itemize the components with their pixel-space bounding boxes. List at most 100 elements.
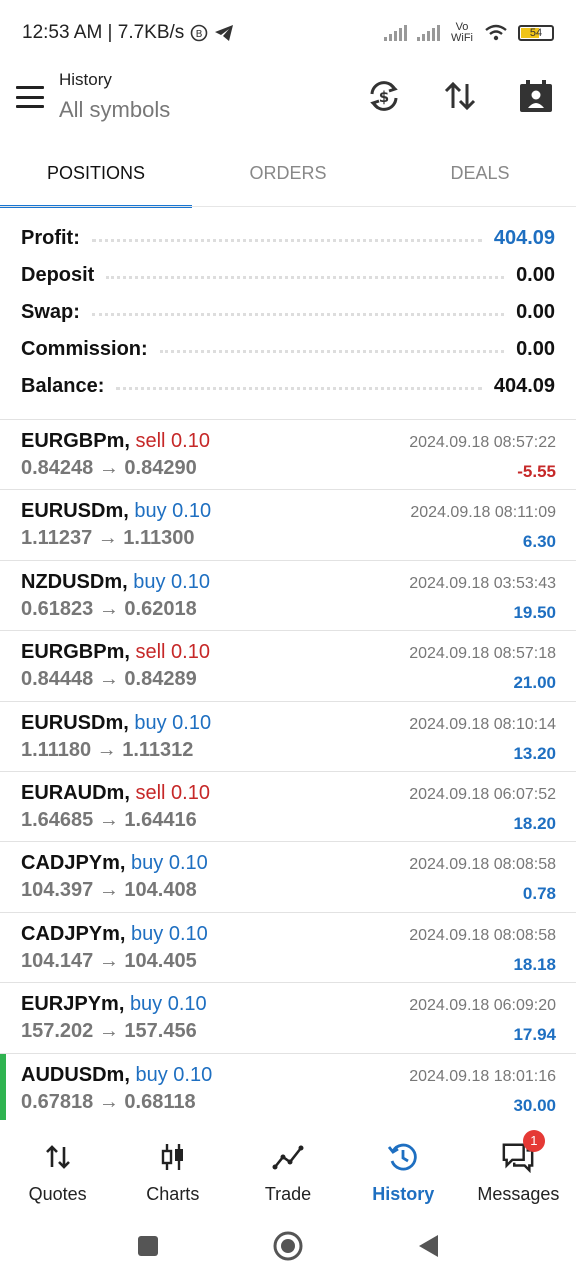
system-nav-bar <box>0 1212 576 1280</box>
sort-icon[interactable] <box>440 76 480 116</box>
deal-time: 2024.09.18 08:57:22 <box>409 434 556 451</box>
divider <box>0 206 576 207</box>
tab-deals[interactable]: DEALS <box>384 146 576 208</box>
symbol-filter[interactable]: All symbols <box>59 97 170 123</box>
deal-profit: 13.20 <box>513 743 556 763</box>
deal-type: buy 0.10 <box>131 852 208 875</box>
deal-type: sell 0.10 <box>135 641 210 664</box>
deal-time: 2024.09.18 06:07:52 <box>409 785 556 803</box>
list-item[interactable]: EURAUDm, sell 0.10 1.64685 → 1.64416 202… <box>0 772 576 843</box>
summary-label: Deposit <box>21 264 95 286</box>
summary-row-deposit: Deposit 0.00 <box>0 257 576 294</box>
nav-quotes[interactable]: Quotes <box>0 1120 115 1212</box>
deal-prices: 0.67818 → 0.68118 <box>21 1090 196 1113</box>
nav-label: Trade <box>264 1184 312 1204</box>
nav-history[interactable]: History <box>346 1120 461 1212</box>
dotted-leader <box>116 387 482 390</box>
deal-profit: -5.55 <box>517 462 556 481</box>
deal-time: 2024.09.18 08:10:14 <box>409 715 556 733</box>
nav-messages[interactable]: 1 Messages <box>461 1120 576 1212</box>
summary-row-balance: Balance: 404.09 <box>0 368 576 405</box>
summary-label: Profit: <box>21 227 80 249</box>
deal-time: 2024.09.18 08:08:58 <box>409 926 556 944</box>
deal-prices: 0.84248 → 0.84290 <box>21 457 197 479</box>
deal-symbol: CADJPYm, <box>21 922 126 945</box>
bottom-nav: Quotes Charts Trade History 1 Messages <box>0 1120 576 1212</box>
battery-icon: 54 <box>518 25 554 41</box>
currency-sync-icon[interactable]: $ <box>364 76 404 116</box>
deal-symbol: CADJPYm, <box>21 852 126 875</box>
list-item[interactable]: EURGBPm, sell 0.10 0.84248 → 0.84290 202… <box>0 420 576 491</box>
deal-type: buy 0.10 <box>134 500 212 523</box>
deal-symbol: EURUSDm, <box>21 711 129 734</box>
menu-icon[interactable] <box>16 86 44 108</box>
quotes-icon <box>41 1140 75 1174</box>
deal-profit: 30.00 <box>513 1095 556 1115</box>
deal-prices: 157.202 → 157.456 <box>21 1020 197 1043</box>
tab-orders[interactable]: ORDERS <box>192 146 384 208</box>
deal-time: 2024.09.18 08:57:18 <box>409 645 556 663</box>
summary-row-profit: Profit: 404.09 <box>0 220 576 257</box>
deal-prices: 1.11237 → 1.11300 <box>21 527 195 550</box>
wifi-icon <box>485 24 507 41</box>
summary-label: Swap: <box>21 301 80 323</box>
deal-prices: 0.61823 → 0.62018 <box>21 597 197 620</box>
deal-symbol: AUDUSDm, <box>21 1063 130 1086</box>
list-item[interactable]: EURUSDm, buy 0.10 1.11180 → 1.11312 2024… <box>0 702 576 772</box>
dotted-leader <box>106 276 505 279</box>
list-item[interactable]: CADJPYm, buy 0.10 104.147 → 104.405 2024… <box>0 913 576 984</box>
summary-row-commission: Commission: 0.00 <box>0 331 576 368</box>
nav-label: History <box>372 1184 435 1204</box>
list-item[interactable]: CADJPYm, buy 0.10 104.397 → 104.408 2024… <box>0 842 576 913</box>
list-item[interactable]: NZDUSDm, buy 0.10 0.61823 → 0.62018 2024… <box>0 561 576 632</box>
summary-value: 404.09 <box>493 375 555 397</box>
nav-charts[interactable]: Charts <box>115 1120 230 1212</box>
deal-prices: 104.147 → 104.405 <box>21 949 197 972</box>
deal-type: sell 0.10 <box>135 781 210 804</box>
status-time: 12:53 AM | 7.7KB/s <box>22 22 185 43</box>
deal-profit: 19.50 <box>513 602 556 622</box>
dotted-leader <box>91 313 505 316</box>
deal-profit: 18.20 <box>513 813 556 833</box>
deals-list: EURGBPm, sell 0.10 0.84248 → 0.84290 202… <box>0 420 576 1125</box>
list-item[interactable]: EURJPYm, buy 0.10 157.202 → 157.456 2024… <box>0 983 576 1054</box>
trade-icon <box>271 1140 305 1174</box>
list-item[interactable]: AUDUSDm, buy 0.10 0.67818 → 0.68118 2024… <box>0 1053 576 1125</box>
calendar-icon[interactable] <box>516 76 556 116</box>
recents-icon[interactable] <box>128 1226 168 1266</box>
list-item[interactable]: EURGBPm, sell 0.10 0.84448 → 0.84289 202… <box>0 631 576 702</box>
deal-profit: 21.00 <box>513 673 556 693</box>
notification-badge: 1 <box>522 1130 545 1152</box>
nav-trade[interactable]: Trade <box>230 1120 345 1212</box>
vpn-badge-icon: B <box>191 24 208 42</box>
deal-profit: 0.78 <box>522 884 556 904</box>
summary-row-swap: Swap: 0.00 <box>0 294 576 331</box>
deal-profit: 6.30 <box>522 532 556 552</box>
deal-symbol: EURAUDm, <box>21 781 130 804</box>
list-item[interactable]: EURUSDm, buy 0.10 1.11237 → 1.11300 2024… <box>0 490 576 561</box>
deal-type: buy 0.10 <box>134 711 212 734</box>
deal-symbol: EURGBPm, <box>21 430 130 452</box>
deal-symbol: EURGBPm, <box>21 641 130 664</box>
signal-icon <box>417 25 440 41</box>
deal-prices: 104.397 → 104.408 <box>21 879 197 902</box>
deal-type: sell 0.10 <box>135 430 210 452</box>
tab-bar: POSITIONS ORDERS DEALS <box>0 146 576 208</box>
deal-time: 2024.09.18 18:01:16 <box>409 1067 556 1085</box>
telegram-icon <box>215 25 234 41</box>
nav-label: Quotes <box>28 1184 87 1204</box>
summary-value: 404.09 <box>493 227 555 249</box>
deal-time: 2024.09.18 08:08:58 <box>409 856 556 874</box>
deal-symbol: EURUSDm, <box>21 500 129 523</box>
back-icon[interactable] <box>408 1226 448 1266</box>
deal-time: 2024.09.18 03:53:43 <box>409 574 556 592</box>
summary-value: 0.00 <box>516 301 555 323</box>
nav-label: Charts <box>146 1184 200 1204</box>
home-icon[interactable] <box>268 1226 308 1266</box>
nav-label: Messages <box>477 1184 560 1204</box>
summary-value: 0.00 <box>516 264 555 286</box>
tab-positions[interactable]: POSITIONS <box>0 146 192 208</box>
vowifi-label: Vo WiFi <box>451 21 473 44</box>
deal-profit: 18.18 <box>513 954 556 974</box>
deal-type: buy 0.10 <box>129 993 207 1016</box>
